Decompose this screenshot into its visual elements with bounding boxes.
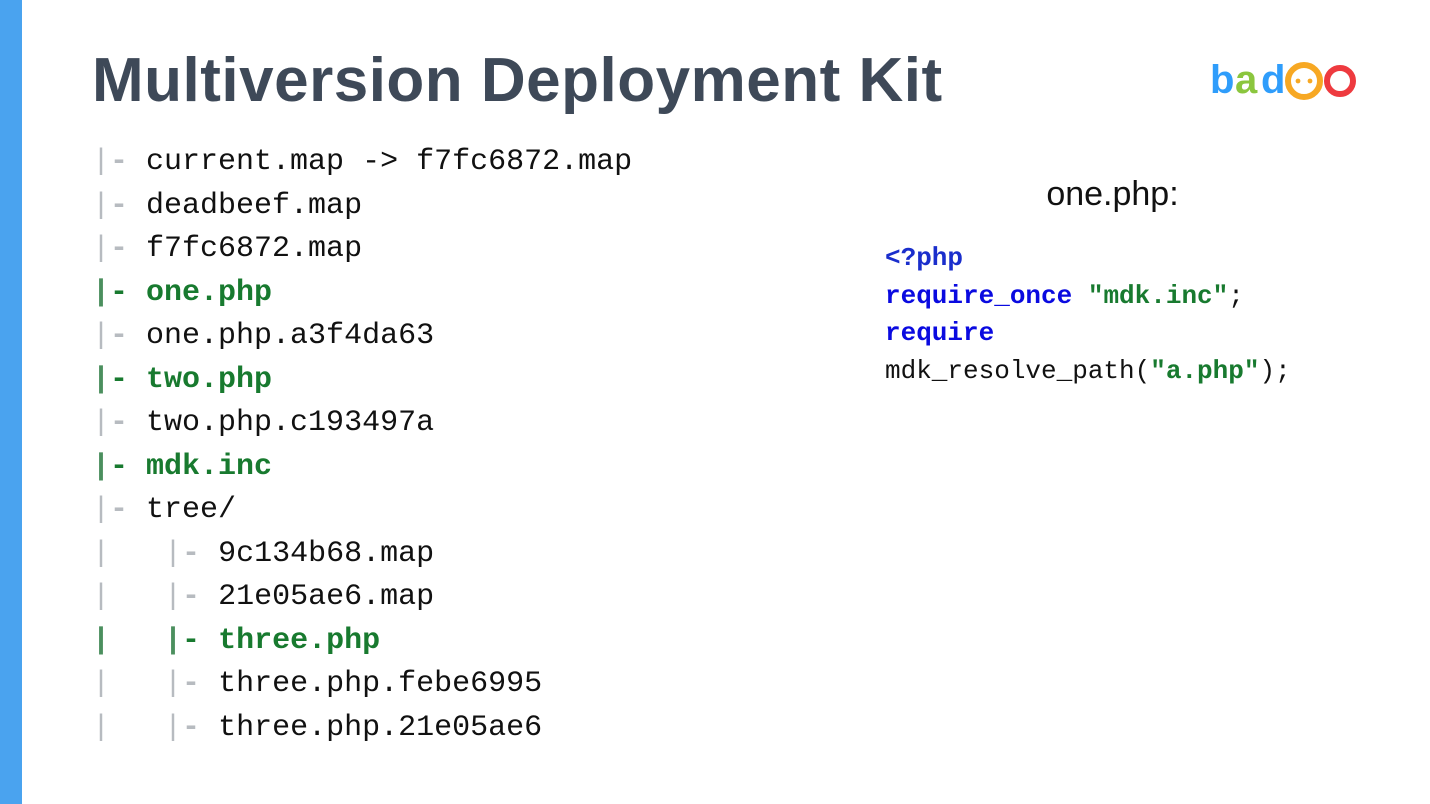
code-column: one.php: <?php require_once "mdk.inc"; r…	[885, 175, 1340, 391]
tree-entry: |- two.php.c193497a	[92, 402, 1360, 446]
badoo-logo: b a d	[1210, 59, 1360, 103]
str-a-php: "a.php"	[1150, 356, 1259, 386]
code-line-4: mdk_resolve_path("a.php");	[885, 353, 1340, 391]
slide-root: Multiversion Deployment Kit b a d |- cur…	[0, 0, 1430, 804]
tree-filename: three.php.21e05ae6	[218, 711, 542, 745]
tree-filename: mdk.inc	[146, 450, 272, 484]
tree-filename: three.php.febe6995	[218, 667, 542, 701]
php-open-tag: <?php	[885, 243, 963, 273]
func-resolve-path: mdk_resolve_path(	[885, 356, 1150, 386]
header-row: Multiversion Deployment Kit b a d	[92, 48, 1360, 113]
tree-filename: three.php	[218, 624, 380, 658]
svg-text:d: d	[1261, 59, 1285, 102]
tree-entry: |- tree/	[92, 489, 1360, 533]
code-block: <?php require_once "mdk.inc"; require md…	[885, 240, 1340, 391]
tree-filename: two.php.c193497a	[146, 406, 434, 440]
tree-filename: f7fc6872.map	[146, 232, 362, 266]
code-line-3: require	[885, 315, 1340, 353]
paren-end: );	[1259, 356, 1290, 386]
svg-text:a: a	[1235, 59, 1258, 102]
tree-filename: 21e05ae6.map	[218, 580, 434, 614]
content-area: Multiversion Deployment Kit b a d |- cur…	[22, 0, 1430, 804]
tree-entry: | |- 21e05ae6.map	[92, 576, 1360, 620]
semicolon-1: ;	[1228, 281, 1244, 311]
tree-filename: deadbeef.map	[146, 189, 362, 223]
tree-entry: | |- three.php.21e05ae6	[92, 707, 1360, 751]
tree-entry: | |- 9c134b68.map	[92, 533, 1360, 577]
accent-bar	[0, 0, 22, 804]
tree-filename: 9c134b68.map	[218, 537, 434, 571]
tree-filename: one.php	[146, 276, 272, 310]
str-mdk-inc: "mdk.inc"	[1088, 281, 1228, 311]
kw-require: require	[885, 318, 994, 348]
tree-entry: | |- three.php	[92, 620, 1360, 664]
slide-title: Multiversion Deployment Kit	[92, 48, 943, 113]
tree-filename: one.php.a3f4da63	[146, 319, 434, 353]
tree-entry: |- mdk.inc	[92, 446, 1360, 490]
code-line-2: require_once "mdk.inc";	[885, 278, 1340, 316]
tree-filename: two.php	[146, 363, 272, 397]
tree-filename: tree/	[146, 493, 236, 527]
badoo-logo-svg: b a d	[1210, 59, 1360, 103]
kw-require-once: require_once	[885, 281, 1072, 311]
tree-filename: current.map -> f7fc6872.map	[146, 145, 632, 179]
svg-text:b: b	[1210, 59, 1234, 102]
code-title: one.php:	[885, 175, 1340, 214]
code-line-1: <?php	[885, 240, 1340, 278]
tree-entry: | |- three.php.febe6995	[92, 663, 1360, 707]
